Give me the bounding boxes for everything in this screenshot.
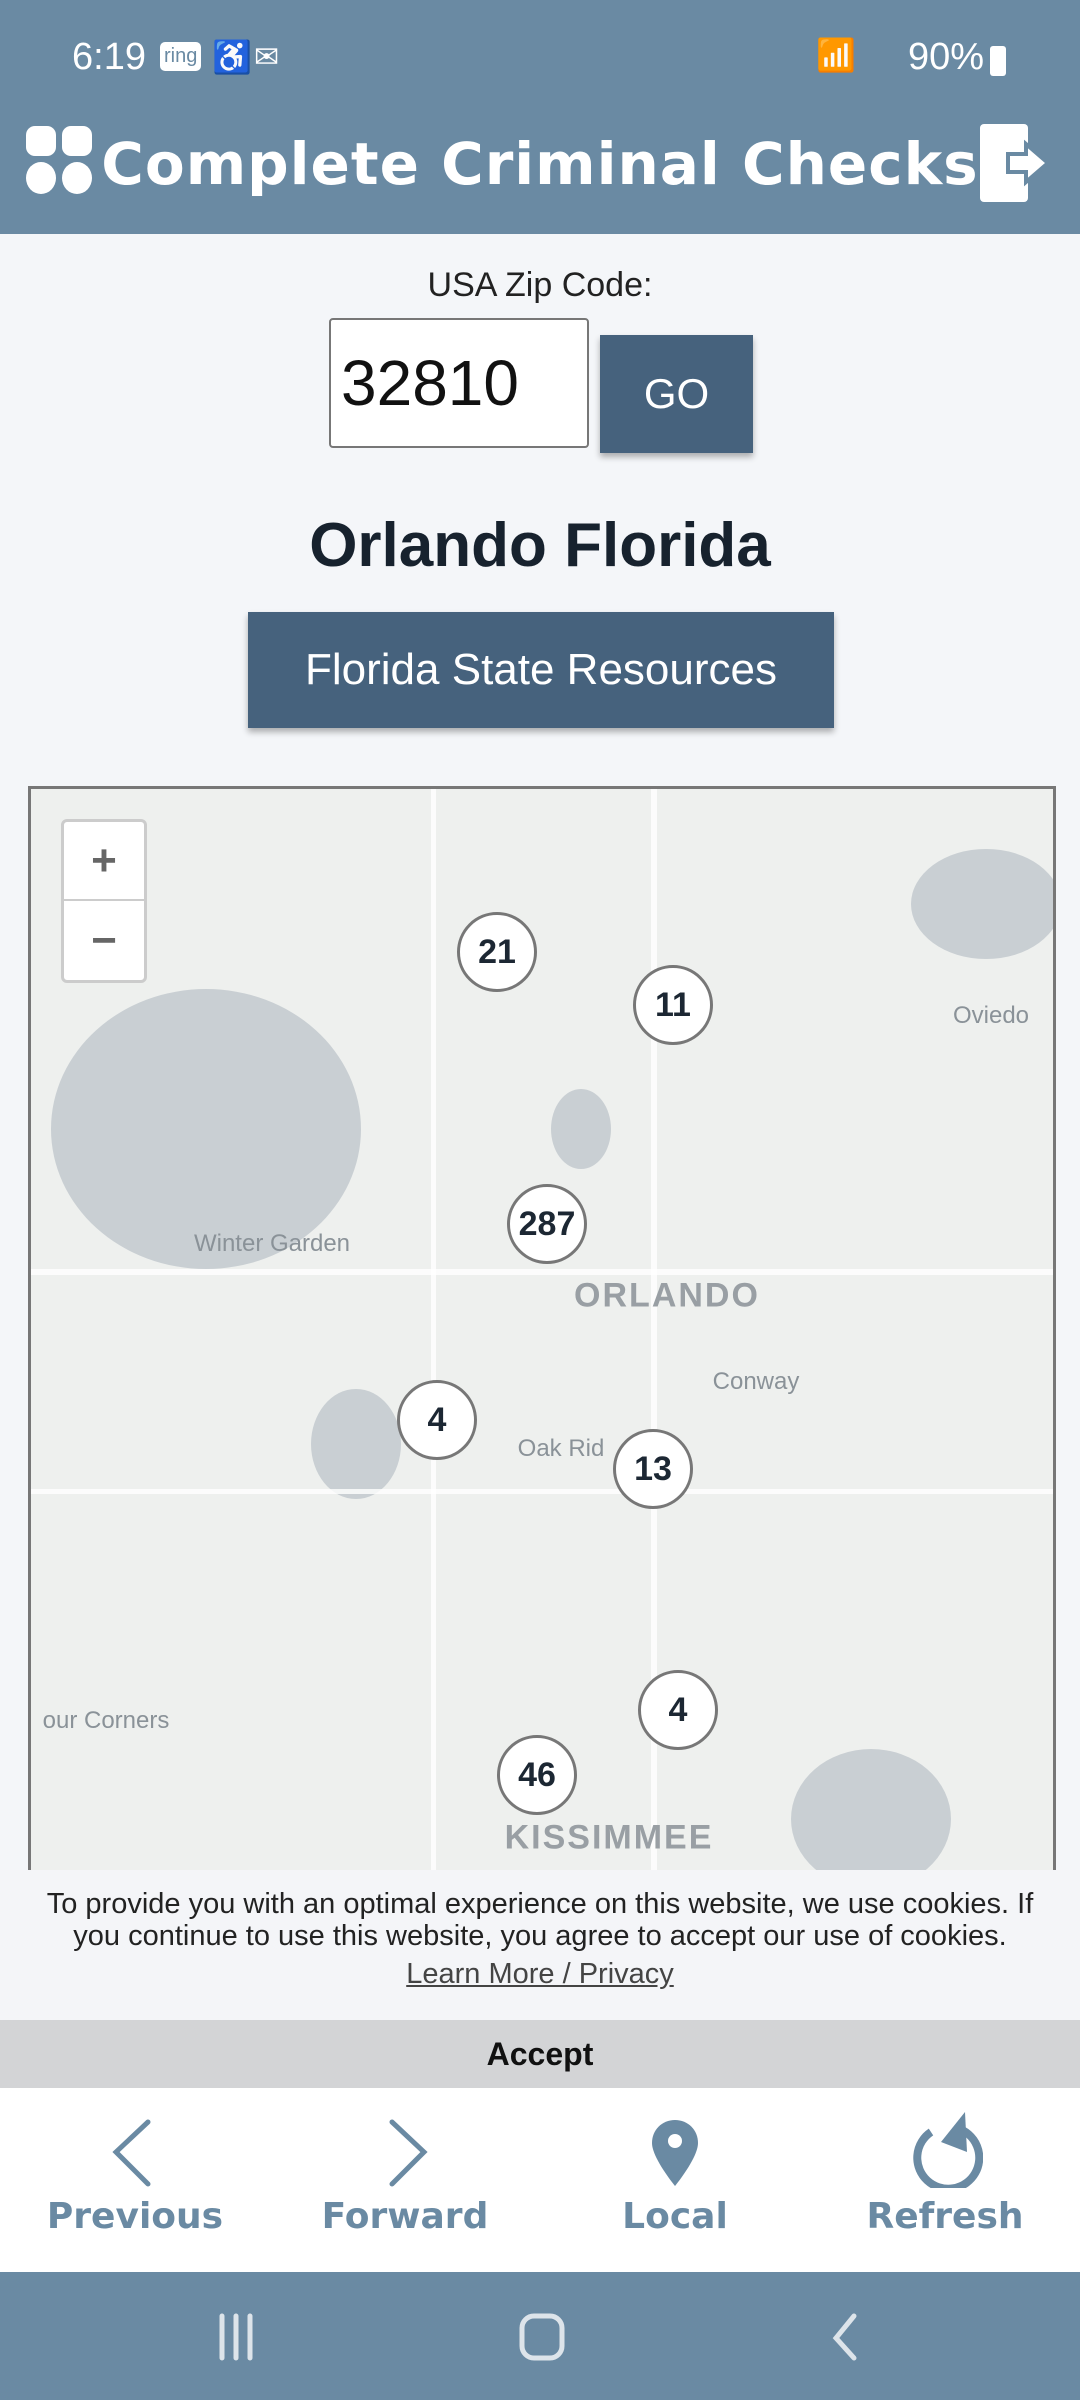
map-cluster[interactable]: 46 xyxy=(497,1735,577,1815)
zip-input[interactable] xyxy=(329,318,589,448)
zoom-out-button[interactable]: − xyxy=(64,901,144,980)
map-cluster[interactable]: 4 xyxy=(638,1670,718,1750)
nav-previous[interactable]: Previous xyxy=(0,2088,270,2272)
map-label: Winter Garden xyxy=(193,1230,351,1257)
nav-label: Local xyxy=(622,2196,728,2237)
home-icon[interactable] xyxy=(518,2312,568,2362)
nav-label: Previous xyxy=(46,2196,224,2237)
accept-cookies-button[interactable]: Accept xyxy=(0,2020,1080,2088)
city-title: Orlando Florida xyxy=(309,511,771,580)
map-cluster[interactable]: 21 xyxy=(457,912,537,992)
app-title: Complete Criminal Checks xyxy=(101,130,979,198)
mail-icon: ✉ xyxy=(254,41,280,74)
map-label: Oak Rid xyxy=(517,1435,605,1462)
cookie-banner: To provide you with an optimal experienc… xyxy=(0,1870,1080,2020)
nav-label: Refresh xyxy=(866,2196,1024,2237)
zoom-control: + − xyxy=(61,819,147,983)
map-label: Oviedo xyxy=(952,1002,1030,1029)
refresh-icon xyxy=(913,2112,983,2188)
app-header: Complete Criminal Checks xyxy=(0,92,1080,234)
privacy-link[interactable]: Learn More / Privacy xyxy=(0,1958,1080,1990)
state-resources-button[interactable]: Florida State Resources xyxy=(248,612,834,728)
chevron-right-icon xyxy=(389,2119,428,2187)
chevron-left-icon xyxy=(112,2119,151,2187)
map-cluster[interactable]: 287 xyxy=(507,1184,587,1264)
zoom-in-button[interactable]: + xyxy=(64,822,144,901)
cookie-text: To provide you with an optimal experienc… xyxy=(46,1888,1034,1952)
nav-local[interactable]: Local xyxy=(540,2088,810,2272)
go-button[interactable]: GO xyxy=(600,335,753,453)
status-bar: 6:19 ring ♿ ✉ 📶 90% xyxy=(0,0,1080,92)
map-label: KISSIMMEE xyxy=(504,1818,714,1857)
clock: 6:19 xyxy=(72,36,146,78)
map-cluster[interactable]: 13 xyxy=(613,1429,693,1509)
nav-forward[interactable]: Forward xyxy=(270,2088,540,2272)
logout-icon[interactable] xyxy=(978,122,1052,204)
map-cluster[interactable]: 11 xyxy=(633,965,713,1045)
accessibility-icon: ♿ xyxy=(212,39,252,75)
battery-icon xyxy=(990,46,1006,76)
nav-label: Forward xyxy=(321,2196,489,2237)
nav-refresh[interactable]: Refresh xyxy=(810,2088,1080,2272)
wifi-icon: 📶 xyxy=(816,37,856,73)
ring-notification-icon: ring xyxy=(160,42,202,71)
battery-text: 90% xyxy=(908,36,985,78)
zip-label: USA Zip Code: xyxy=(427,266,653,304)
map-pin-icon xyxy=(652,2120,698,2186)
map-label: Conway xyxy=(712,1368,800,1395)
map-label: ORLANDO xyxy=(574,1276,760,1315)
back-icon[interactable] xyxy=(826,2312,866,2362)
recent-apps-icon[interactable] xyxy=(216,2312,266,2362)
map-cluster[interactable]: 4 xyxy=(397,1380,477,1460)
system-nav-bar xyxy=(0,2272,1080,2400)
map[interactable]: + − Oviedo Winter Garden ORLANDO Conway … xyxy=(28,786,1056,1886)
map-label: our Corners xyxy=(42,1707,170,1734)
bottom-nav: Previous Forward Local Refresh xyxy=(0,2088,1080,2272)
